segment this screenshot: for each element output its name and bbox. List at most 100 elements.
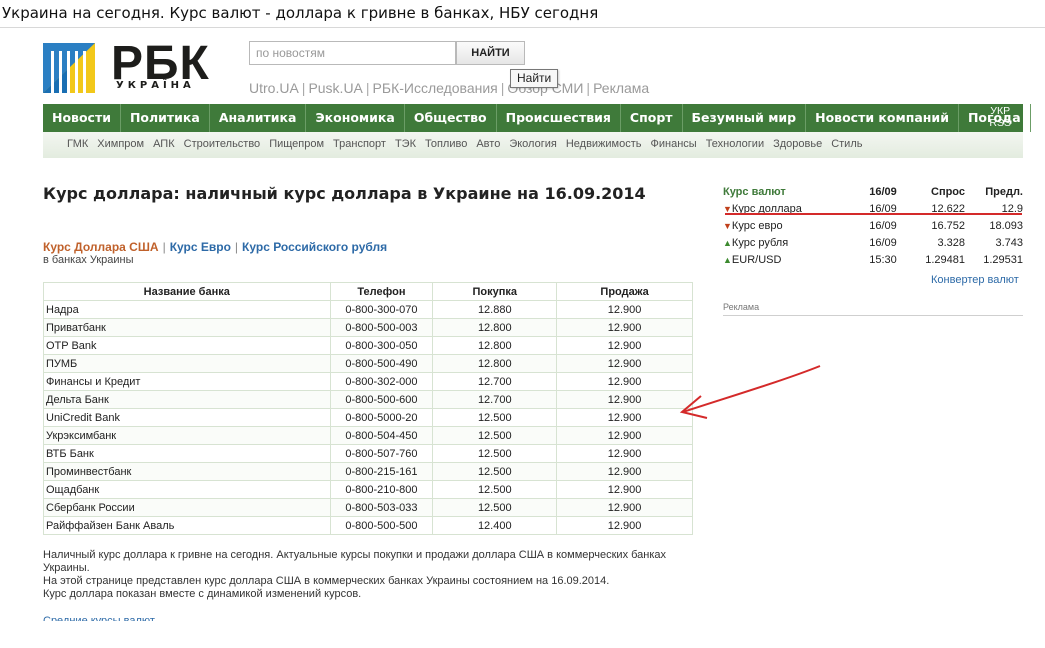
bank-name[interactable]: Надра — [43, 300, 331, 319]
bank-name[interactable]: Укрэксимбанк — [43, 426, 331, 445]
bank-phone: 0-800-300-070 — [329, 300, 434, 319]
buy-rate: 12.800 — [432, 318, 558, 337]
subnav-item[interactable]: Авто — [476, 132, 500, 158]
bank-name[interactable]: Ощадбанк — [43, 480, 331, 499]
rss-link[interactable]: RSS — [989, 117, 1011, 129]
bank-name[interactable]: OTP Bank — [43, 336, 331, 355]
subnav-item[interactable]: Экология — [509, 132, 557, 158]
table-row: Сбербанк России 0-800-503-033 12.500 12.900 — [43, 498, 693, 517]
table-row: Дельта Банк 0-800-500-600 12.700 12.900 — [43, 390, 693, 409]
bank-name[interactable]: Сбербанк России — [43, 498, 331, 517]
currency-rates-widget: Курс валют 16/09 Спрос Предл. ▼Курс долл… — [723, 184, 1023, 268]
rate-name[interactable]: Курс рубля — [732, 237, 788, 249]
sell-rate: 12.900 — [556, 498, 693, 517]
subnav-item[interactable]: Пищепром — [269, 132, 324, 158]
sell-rate: 12.900 — [556, 462, 693, 481]
toplink-utro[interactable]: Utro.UA — [249, 80, 299, 96]
subnav-item[interactable]: Финансы — [651, 132, 697, 158]
subnav-item[interactable]: Недвижимость — [566, 132, 642, 158]
bank-name[interactable]: ВТБ Банк — [43, 444, 331, 463]
bank-name[interactable]: Приватбанк — [43, 318, 331, 337]
buy-rate: 12.880 — [432, 300, 558, 319]
subnav-item[interactable]: Транспорт — [333, 132, 386, 158]
subnav-item[interactable]: ТЭК — [395, 132, 416, 158]
rates-title[interactable]: Курс валют — [723, 184, 855, 200]
subnav-item[interactable]: Стиль — [831, 132, 862, 158]
subnav-item[interactable]: Здоровье — [773, 132, 822, 158]
search-button[interactable]: НАЙТИ — [456, 41, 525, 65]
bank-name[interactable]: Райффайзен Банк Аваль — [43, 516, 331, 535]
arrow-down-icon: ▼ — [723, 203, 732, 214]
subnav-item[interactable]: Химпром — [97, 132, 144, 158]
buy-rate: 12.800 — [432, 336, 558, 355]
tabs-subtitle: в банках Украины — [43, 254, 134, 266]
annotation-arrow-icon — [679, 365, 821, 419]
bank-phone: 0-800-507-760 — [329, 444, 434, 463]
tab-usd[interactable]: Курс Доллара США — [43, 240, 159, 254]
rate-bid: 1.29481 — [925, 253, 965, 266]
nav-item-crazy-world[interactable]: Безумный мир — [683, 104, 807, 132]
bank-phone: 0-800-210-800 — [329, 480, 434, 499]
nav-item-incidents[interactable]: Происшествия — [497, 104, 621, 132]
subnav-item[interactable]: АПК — [153, 132, 175, 158]
arrow-up-icon: ▲ — [723, 237, 732, 248]
nav-item-politics[interactable]: Политика — [121, 104, 210, 132]
buy-rate: 12.700 — [432, 372, 558, 391]
sell-rate: 12.900 — [556, 372, 693, 391]
sell-rate: 12.900 — [556, 300, 693, 319]
lang-switch-ukr[interactable]: УКР — [989, 105, 1011, 117]
buy-rate: 12.500 — [432, 444, 558, 463]
subnav-item[interactable]: Строительство — [184, 132, 261, 158]
bank-phone: 0-800-500-490 — [329, 354, 434, 373]
table-row: ПУМБ 0-800-500-490 12.800 12.900 — [43, 354, 693, 373]
sell-rate: 12.900 — [556, 480, 693, 499]
rate-name[interactable]: Курс евро — [732, 220, 783, 232]
tab-euro[interactable]: Курс Евро — [170, 240, 231, 254]
buy-rate: 12.500 — [432, 426, 558, 445]
bank-phone: 0-800-500-600 — [329, 390, 434, 409]
bank-name[interactable]: Дельта Банк — [43, 390, 331, 409]
bank-name[interactable]: Проминвестбанк — [43, 462, 331, 481]
description-line: Наличный курс доллара к гривне на сегодн… — [43, 549, 667, 574]
sell-rate: 12.900 — [556, 516, 693, 535]
subnav-item[interactable]: Топливо — [425, 132, 467, 158]
nav-item-society[interactable]: Общество — [405, 104, 497, 132]
sub-nav: ГМК Химпром АПК Строительство Пищепром Т… — [43, 132, 1023, 158]
rate-ask: 18.093 — [989, 219, 1023, 232]
buy-rate: 12.500 — [432, 408, 558, 427]
col-header-phone: Телефон — [329, 282, 434, 301]
toplink-ads[interactable]: Реклама — [593, 80, 649, 96]
nav-item-company-news[interactable]: Новости компаний — [806, 104, 959, 132]
bank-name[interactable]: UniCredit Bank — [43, 408, 331, 427]
page-title: Курс доллара: наличный курс доллара в Ук… — [43, 184, 646, 203]
sell-rate: 12.900 — [556, 444, 693, 463]
nav-item-sport[interactable]: Спорт — [621, 104, 683, 132]
col-header-sell: Продажа — [556, 282, 693, 301]
average-rates-link[interactable]: Средние курсы валют — [43, 615, 155, 621]
rate-name[interactable]: EUR/USD — [732, 254, 782, 266]
ad-label: Реклама — [723, 302, 1023, 316]
arrow-up-icon: ▲ — [723, 254, 732, 265]
sell-rate: 12.900 — [556, 426, 693, 445]
subnav-item[interactable]: Технологии — [706, 132, 764, 158]
rate-ask: 3.743 — [995, 236, 1023, 249]
main-nav: Новости Политика Аналитика Экономика Общ… — [43, 104, 1031, 132]
nav-item-news[interactable]: Новости — [43, 104, 121, 132]
subnav-item[interactable]: ГМК — [67, 132, 88, 158]
rate-date: 15:30 — [869, 253, 897, 266]
bank-name[interactable]: ПУМБ — [43, 354, 331, 373]
nav-item-analytics[interactable]: Аналитика — [210, 104, 307, 132]
toplink-pusk[interactable]: Pusk.UA — [308, 80, 362, 96]
table-row: Надра 0-800-300-070 12.880 12.900 — [43, 300, 693, 319]
col-header-bank: Название банка — [43, 282, 331, 301]
currency-converter-link[interactable]: Конвертер валют — [931, 274, 1019, 286]
search-input[interactable] — [249, 41, 456, 65]
tab-rub[interactable]: Курс Российского рубля — [242, 240, 387, 254]
logo-subtitle: УКРАЇНА — [116, 80, 195, 91]
bank-phone: 0-800-302-000 — [329, 372, 434, 391]
sell-rate: 12.900 — [556, 390, 693, 409]
toplink-research[interactable]: РБК-Исследования — [373, 80, 498, 96]
bank-name[interactable]: Финансы и Кредит — [43, 372, 331, 391]
nav-item-economy[interactable]: Экономика — [306, 104, 405, 132]
rbc-logo[interactable]: РБК УКРАЇНА — [43, 39, 223, 93]
